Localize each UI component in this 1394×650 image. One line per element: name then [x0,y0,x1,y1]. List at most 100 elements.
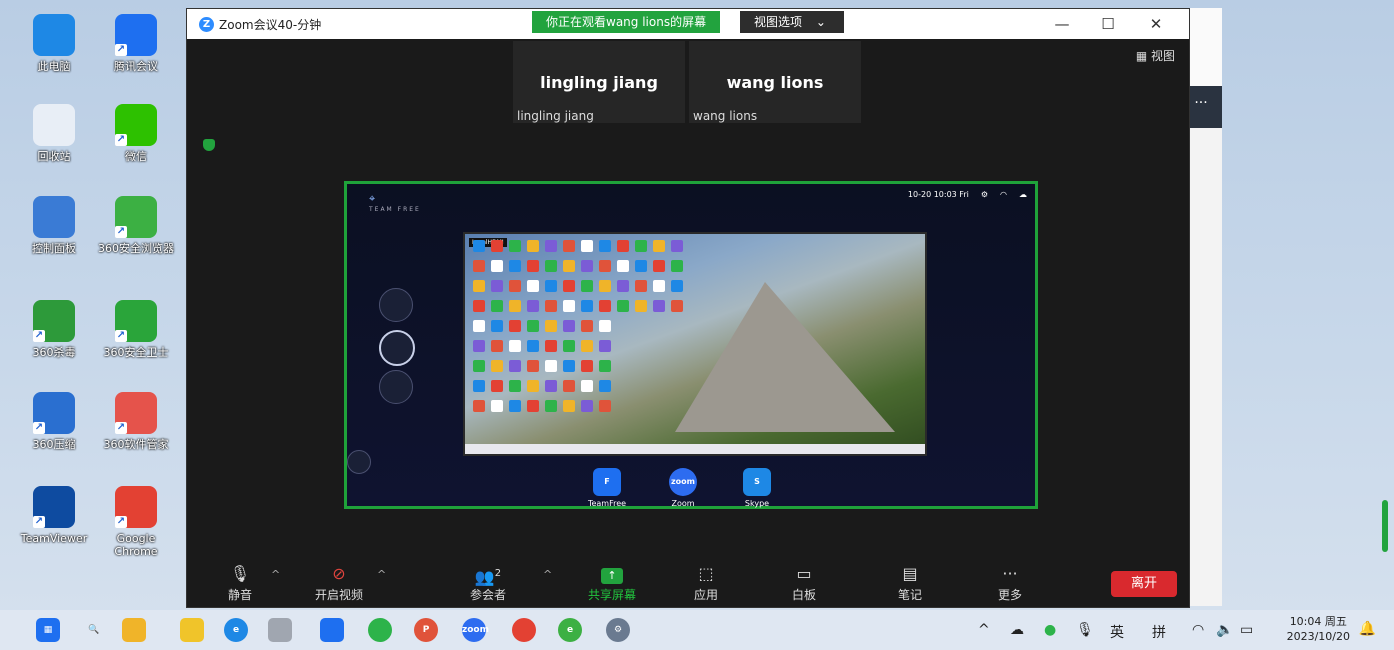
desktop-icon[interactable]: 回收站 [14,104,94,163]
share-screen-button[interactable]: ↑ 共享屏幕 [577,562,647,603]
tencent-meeting-icon[interactable] [320,618,344,642]
start-icon[interactable]: ▦ [36,618,60,642]
participants-icon: 👥2 [474,567,502,587]
start-video-button[interactable]: ⊘ 开启视频 [304,562,374,603]
desktop-icon[interactable]: ↗ 360安全浏览器 [96,196,176,255]
ime-language[interactable]: 英 [1110,622,1124,642]
close-button[interactable]: ✕ [1133,9,1179,39]
maximize-button[interactable]: ☐ [1085,9,1131,39]
preview-app-icon [635,240,647,252]
preview-app-icon [473,360,485,372]
clock-time: 10:04 周五 [1289,615,1347,628]
360-browser-icon: ↗ [115,196,157,238]
battery-icon[interactable]: ▭ [1240,622,1253,638]
chevron-up-icon[interactable]: ^ [543,568,552,581]
desktop-icon[interactable]: ↗ 360软件管家 [96,392,176,451]
edge-icon[interactable]: e [224,618,248,642]
app-teamfree[interactable]: F TeamFree [577,468,637,508]
desktop-icon[interactable]: 控制面板 [14,196,94,255]
window-title-text: Zoom会议40-分钟 [219,18,322,32]
file-explorer-icon[interactable] [122,618,146,642]
title-bar: Z Zoom会议40-分钟 你正在观看wang lions的屏幕 视图选项 ⌄ … [187,9,1189,39]
preview-app-icon [473,280,485,292]
onedrive-icon[interactable]: ☁ [1010,622,1024,638]
preview-app-icon [581,320,593,332]
preview-app-icon [599,380,611,392]
security-icon[interactable] [180,618,204,642]
desktop-icon-label: 360杀毒 [32,346,76,359]
hdmi-control-icon[interactable] [379,330,415,366]
more-button[interactable]: ··· 更多 [975,562,1045,603]
security-shield-icon[interactable] [203,139,215,151]
preview-app-icon [509,340,521,352]
360-tray-icon[interactable]: ● [1044,622,1056,638]
360-browser-icon[interactable] [368,618,392,642]
360-se-icon[interactable]: e [558,618,582,642]
microphone-icon[interactable]: 🎙 [1076,622,1094,638]
desktop-icon[interactable]: ↗ 腾讯会议 [96,14,176,73]
preview-app-icon [473,240,485,252]
apps-button[interactable]: ⬚ 应用 [671,562,741,603]
desktop-icon[interactable]: ↗ 微信 [96,104,176,163]
app-skype[interactable]: S Skype [727,468,787,508]
desktop-icon[interactable]: ↗ 360安全卫士 [96,300,176,359]
powerpoint-icon[interactable]: P [414,618,438,642]
taskbar: ▦ 🔍 e P zoom e ⚙ ^ ☁ ● 🎙 英 拼 ◠ 🔈 ▭ 10:04… [0,610,1394,650]
minimize-button[interactable]: — [1039,9,1085,39]
whiteboard-button[interactable]: ▭ 白板 [769,562,839,603]
preview-app-icon [527,360,539,372]
participants-button[interactable]: 👥2 参会者 [453,562,523,603]
notes-button[interactable]: ▤ 笔记 [875,562,945,603]
skype-icon: S [743,468,771,496]
microphone-icon: 🎙 [229,564,251,583]
clock[interactable]: 10:04 周五 2023/10/20 [1287,614,1350,644]
preview-app-icon [653,300,665,312]
view-button-label: 视图 [1150,49,1175,63]
ime-mode[interactable]: 拼 [1152,622,1166,642]
network-icon[interactable] [268,618,292,642]
app-zoom[interactable]: zoom Zoom [653,468,713,508]
monitor-icon [33,14,75,56]
notification-bell-icon[interactable]: 🔔 [1359,621,1376,637]
preview-app-icon [491,320,503,332]
volume-icon[interactable]: 🔈 [1216,622,1233,638]
zoom-icon[interactable]: zoom [462,618,489,642]
settings-icon[interactable]: ⚙ [606,618,630,642]
preview-app-icon [653,280,665,292]
preview-app-icon [671,240,683,252]
desktop-icon-label: 360软件管家 [103,438,169,451]
view-button[interactable]: ▦ 视图 [1136,47,1175,64]
shared-screen[interactable]: ⌖ TEAM FREE 10-20 10:03 Fri ⚙ ◠ ☁ LocalHD… [344,181,1038,509]
preview-app-icon [527,400,539,412]
leave-button[interactable]: 离开 [1111,571,1177,597]
desktop-icon[interactable]: 此电脑 [14,14,94,73]
screen-control-icon[interactable] [379,370,413,404]
home-control-icon[interactable] [347,450,371,474]
view-options-button[interactable]: 视图选项 ⌄ [740,11,844,33]
desktop-icon[interactable]: ↗ 360压缩 [14,392,94,451]
desktop-icon[interactable]: ↗ 360杀毒 [14,300,94,359]
wifi-icon[interactable]: ◠ [1192,622,1204,638]
preview-app-icon [635,260,647,272]
control-panel-icon [33,196,75,238]
share-label: 共享屏幕 [587,588,636,602]
chevron-up-icon[interactable]: ^ [377,568,386,581]
preview-app-icon [509,280,521,292]
preview-app-icon [545,340,557,352]
camera-control-icon[interactable] [379,288,413,322]
cloud-icon: ☁ [1019,190,1027,199]
app-label: Zoom [671,499,695,508]
mountain-image [675,282,895,432]
chevron-up-icon[interactable]: ^ [978,622,990,638]
zoom-icon: zoom [669,468,697,496]
participant-tile[interactable]: lingling jiang lingling jiang [513,41,685,123]
desktop-icon[interactable]: ↗ Google Chrome [96,486,176,558]
preview-app-icon [563,300,575,312]
mute-button[interactable]: 🎙 静音 [205,562,275,603]
participant-tile[interactable]: wang lions wang lions [689,41,861,123]
desktop-icon[interactable]: ↗ TeamViewer [14,486,94,545]
chrome-icon[interactable] [512,618,536,642]
search-icon[interactable]: 🔍 [82,618,106,642]
chevron-up-icon[interactable]: ^ [271,568,280,581]
preview-app-icon [617,260,629,272]
